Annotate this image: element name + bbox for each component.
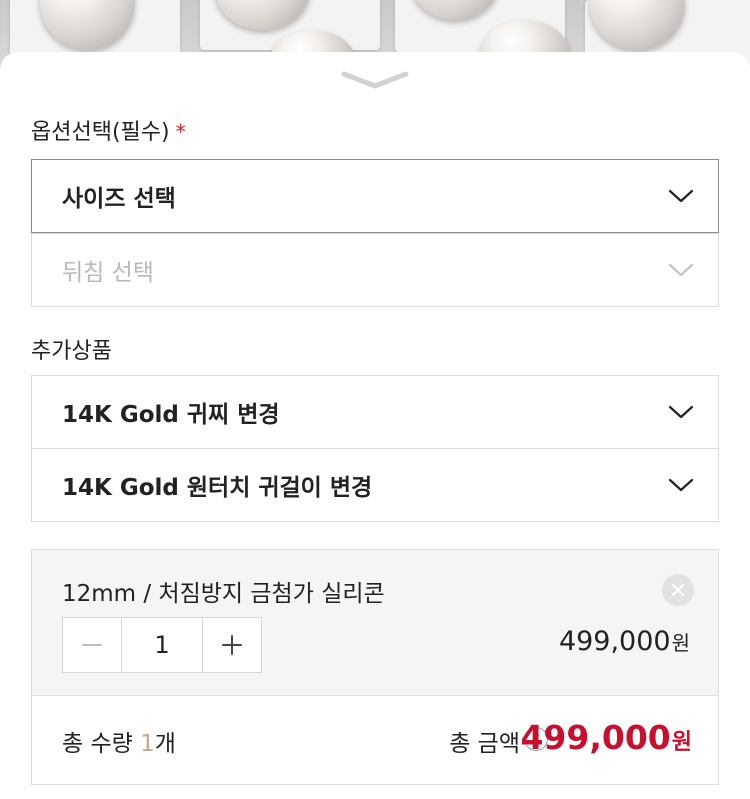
total-quantity: 총 수량 1개 (62, 724, 176, 758)
totals-bar: 총 수량 1개 총 금액 ? 499,000원 (32, 696, 718, 784)
remove-option-button[interactable] (662, 574, 694, 606)
total-quantity-prefix: 총 수량 (62, 731, 141, 757)
addon-select-earclip[interactable]: 14K Gold 귀찌 변경 (31, 375, 719, 449)
chevron-down-icon (668, 478, 694, 492)
addon-section-label: 추가상품 (31, 339, 112, 364)
selected-option-price: 499,000원 (559, 626, 690, 657)
quantity-stepper: 1 (62, 617, 262, 673)
decrease-quantity-button[interactable] (63, 618, 121, 672)
total-amount-value: 499,000 (520, 718, 671, 757)
total-amount-unit: 원 (671, 730, 692, 755)
addon-select-value: 14K Gold 원터치 귀걸이 변경 (62, 475, 373, 501)
option-section-title: 옵션선택(필수) (31, 120, 170, 145)
option-bottom-sheet: 옵션선택(필수) * 사이즈 선택 뒤침 선택 추가상품 14K Gold 귀찌 … (0, 52, 750, 799)
chevron-down-icon (668, 189, 694, 203)
minus-icon (82, 644, 102, 646)
quantity-value[interactable]: 1 (121, 618, 203, 672)
sheet-handle-icon[interactable] (340, 68, 410, 92)
flip-select[interactable]: 뒤침 선택 (31, 233, 719, 307)
addon-select-onetouch[interactable]: 14K Gold 원터치 귀걸이 변경 (31, 448, 719, 522)
increase-quantity-button[interactable] (203, 618, 261, 672)
selected-option-name: 12mm / 처짐방지 금첨가 실리콘 (62, 581, 385, 607)
plus-icon (222, 635, 242, 655)
total-amount: 499,000원 (520, 718, 692, 757)
selected-option-box: 12mm / 처짐방지 금첨가 실리콘 1 499,000원 총 수량 1개 총… (31, 549, 719, 785)
flip-select-value: 뒤침 선택 (62, 260, 154, 286)
total-quantity-value: 1 (140, 731, 155, 757)
required-mark: * (175, 120, 186, 144)
addon-select-value: 14K Gold 귀찌 변경 (62, 402, 280, 428)
selected-price-unit: 원 (671, 631, 690, 655)
size-select-value: 사이즈 선택 (62, 186, 176, 212)
option-section-label: 옵션선택(필수) * (31, 114, 186, 146)
total-amount-label: 총 금액 (449, 731, 520, 757)
close-icon (672, 584, 684, 596)
total-quantity-suffix: 개 (154, 731, 176, 757)
size-select[interactable]: 사이즈 선택 (31, 159, 719, 233)
chevron-down-icon (668, 405, 694, 419)
chevron-down-icon (668, 263, 694, 277)
selected-price-amount: 499,000 (558, 626, 671, 657)
